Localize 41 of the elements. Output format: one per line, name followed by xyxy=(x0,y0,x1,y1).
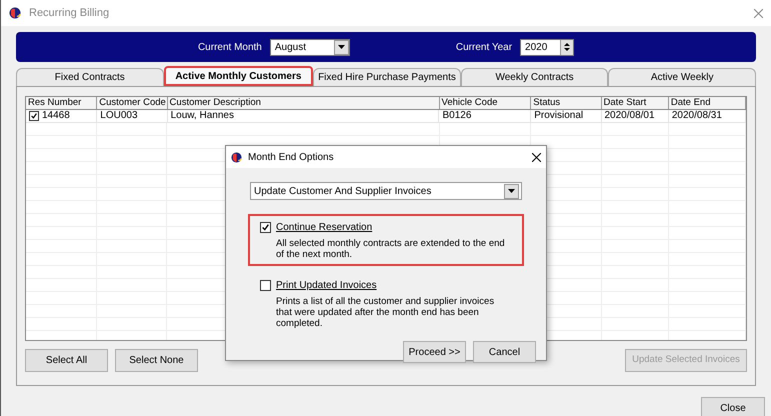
table-cell: Louw, Hannes xyxy=(168,110,440,122)
column-header[interactable]: Date End xyxy=(668,97,746,109)
tab[interactable]: Active Monthly Customers xyxy=(164,66,314,86)
table-cell: 2020/08/01 xyxy=(602,110,669,122)
column-header[interactable]: Status xyxy=(531,97,602,109)
table-cell: 2020/08/31 xyxy=(668,110,746,122)
tab[interactable]: Active Weekly xyxy=(608,68,756,86)
column-header[interactable]: Date Start xyxy=(602,97,669,109)
tab[interactable]: Weekly Contracts xyxy=(460,68,608,86)
option-description: All selected monthly contracts are extended to the end of the next month. xyxy=(275,238,506,260)
close-button[interactable]: Close xyxy=(701,397,765,416)
table-cell: B0126 xyxy=(439,110,532,122)
dialog-title: Month End Options xyxy=(248,150,334,164)
year-spinner[interactable]: 2020 xyxy=(520,38,574,56)
table-cell: 14468 xyxy=(26,110,98,122)
column-header[interactable]: Vehicle Code xyxy=(440,97,532,109)
column-header[interactable]: Customer Code xyxy=(97,97,168,109)
window-title: Recurring Billing xyxy=(29,6,110,21)
checkbox[interactable] xyxy=(260,280,271,291)
year-label: Current Year xyxy=(456,40,512,54)
close-icon[interactable] xyxy=(532,152,541,162)
month-label: Current Month xyxy=(198,40,262,54)
option-label[interactable]: Print Updated Invoices xyxy=(276,278,377,293)
dialog-button[interactable]: Cancel xyxy=(473,341,536,363)
checkbox[interactable] xyxy=(260,222,271,233)
month-dropdown[interactable]: August xyxy=(270,38,350,56)
table-cell: LOU003 xyxy=(97,110,168,122)
tab[interactable]: Fixed Hire Purchase Payments xyxy=(313,68,461,86)
dialog-button[interactable]: Proceed >> xyxy=(403,341,466,363)
tab[interactable]: Fixed Contracts xyxy=(16,68,164,86)
checkbox[interactable] xyxy=(29,111,39,121)
select-button[interactable]: Select None xyxy=(115,349,198,372)
option-description: Prints a list of all the customer and supplier invoices that were updated after the month end has been completed. xyxy=(275,296,496,329)
column-header[interactable]: Customer Description xyxy=(168,97,440,109)
action-dropdown[interactable]: Update Customer And Supplier Invoices xyxy=(250,182,522,200)
app-logo-icon xyxy=(9,7,21,19)
option-label[interactable]: Continue Reservation xyxy=(276,220,372,235)
app-logo-icon xyxy=(231,152,242,162)
select-button[interactable]: Select All xyxy=(25,349,108,372)
table-cell: Provisional xyxy=(531,110,602,122)
column-header[interactable]: Res Number xyxy=(26,97,98,109)
